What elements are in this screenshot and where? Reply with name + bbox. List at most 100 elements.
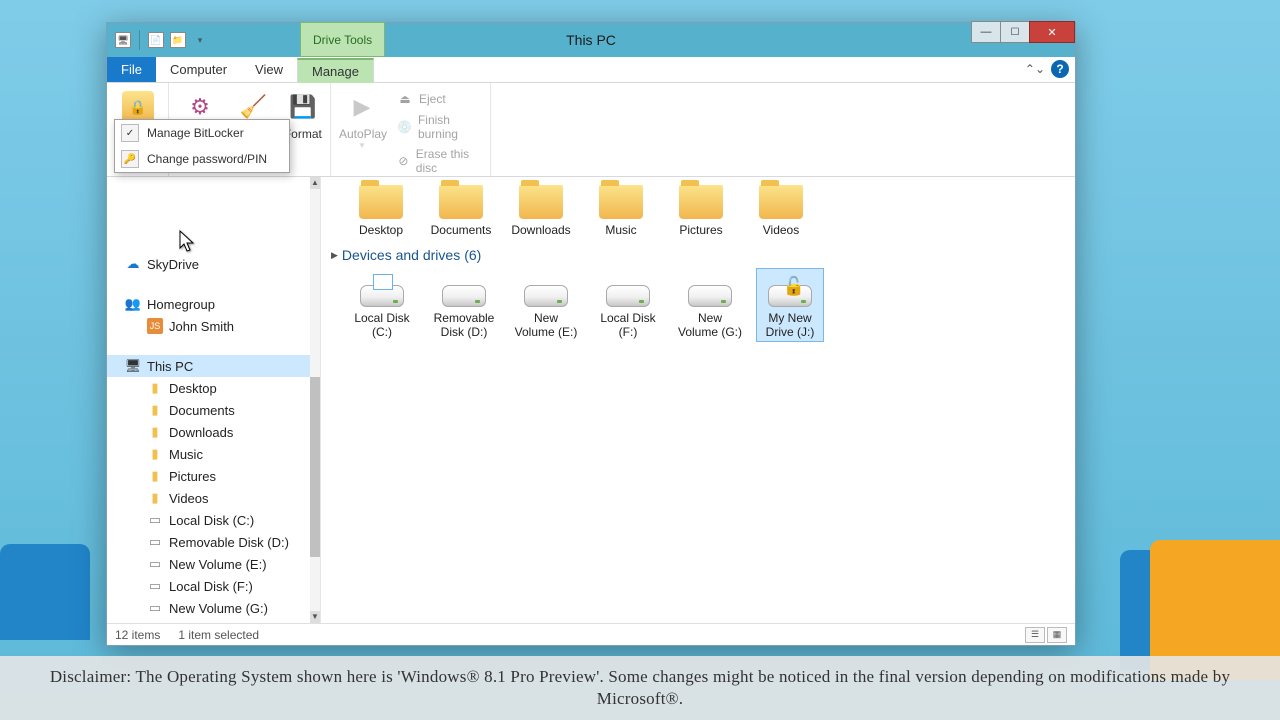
drive-f[interactable]: Local Disk (F:)	[595, 271, 661, 339]
ribbon-minimize-icon[interactable]: ⌃⌄	[1023, 60, 1047, 78]
drive-icon	[442, 285, 486, 307]
folder-icon	[519, 185, 563, 219]
devices-drives-header[interactable]: ▶ Devices and drives (6)	[331, 247, 1065, 263]
icons-view-button[interactable]: ▦	[1047, 627, 1067, 643]
finish-burning-button: 💿Finish burning	[393, 111, 482, 143]
tab-manage[interactable]: Manage	[297, 58, 374, 83]
nav-user[interactable]: JSJohn Smith	[107, 315, 320, 337]
content-area: Desktop Documents Downloads Music Pictur…	[321, 177, 1075, 623]
details-view-button[interactable]: ☰	[1025, 627, 1045, 643]
nav-scrollbar[interactable]: ▲ ▼	[310, 177, 320, 623]
drive-icon	[360, 285, 404, 307]
minimize-button[interactable]	[971, 21, 1001, 43]
folder-icon: ▮	[147, 424, 163, 440]
view-mode-toggles: ☰ ▦	[1025, 627, 1067, 643]
format-icon: 💾	[287, 91, 319, 123]
bitlocker-dropdown: ✓ Manage BitLocker 🔑 Change password/PIN	[114, 119, 290, 173]
drive-icon	[606, 285, 650, 307]
nav-drive-f[interactable]: ▭Local Disk (F:)	[107, 575, 320, 597]
burn-icon: 💿	[397, 119, 412, 135]
drive-g[interactable]: New Volume (G:)	[677, 271, 743, 339]
desktop-decoration-left	[0, 544, 90, 640]
drive-d[interactable]: Removable Disk (D:)	[431, 271, 497, 339]
qat-newfolder-icon[interactable]: 📁	[170, 32, 186, 48]
nav-this-pc[interactable]: 🖥This PC	[107, 355, 320, 377]
homegroup-icon: 👥	[125, 296, 141, 312]
nav-drive-g[interactable]: ▭New Volume (G:)	[107, 597, 320, 619]
scroll-down-arrow[interactable]: ▼	[310, 611, 320, 623]
tab-computer[interactable]: Computer	[156, 57, 241, 82]
nav-videos[interactable]: ▮Videos	[107, 487, 320, 509]
folder-documents[interactable]: Documents	[429, 181, 493, 237]
drive-icon: ▭	[147, 556, 163, 572]
folder-icon: ▮	[147, 468, 163, 484]
eject-button: ⏏Eject	[393, 89, 482, 109]
navigation-pane: ☁SkyDrive 👥Homegroup JSJohn Smith 🖥This …	[107, 177, 321, 623]
erase-icon: ⊘	[397, 153, 410, 169]
drive-icon	[524, 285, 568, 307]
window-controls	[972, 21, 1075, 43]
drive-icon: ▭	[147, 578, 163, 594]
nav-homegroup[interactable]: 👥Homegroup	[107, 293, 320, 315]
drive-c[interactable]: Local Disk (C:)	[349, 271, 415, 339]
key-icon: 🔑	[121, 150, 139, 168]
folder-icon	[679, 185, 723, 219]
drive-e[interactable]: New Volume (E:)	[513, 271, 579, 339]
drive-icon: ▭	[147, 512, 163, 528]
explorer-window: 🖥 📄 📁 ▾ Drive Tools This PC File Compute…	[106, 22, 1076, 646]
eject-icon: ⏏	[397, 91, 413, 107]
folder-icon	[759, 185, 803, 219]
nav-skydrive[interactable]: ☁SkyDrive	[107, 253, 320, 275]
folder-icon	[359, 185, 403, 219]
status-bar: 12 items 1 item selected ☰ ▦	[107, 623, 1075, 645]
explorer-body: ☁SkyDrive 👥Homegroup JSJohn Smith 🖥This …	[107, 177, 1075, 623]
titlebar[interactable]: 🖥 📄 📁 ▾ Drive Tools This PC	[107, 23, 1075, 57]
folder-videos[interactable]: Videos	[749, 181, 813, 237]
nav-pictures[interactable]: ▮Pictures	[107, 465, 320, 487]
scroll-up-arrow[interactable]: ▲	[310, 177, 320, 189]
disclaimer-caption: Disclaimer: The Operating System shown h…	[0, 656, 1280, 720]
drive-icon	[688, 285, 732, 307]
folder-icon: ▮	[147, 446, 163, 462]
close-button[interactable]	[1029, 21, 1075, 43]
folder-pictures[interactable]: Pictures	[669, 181, 733, 237]
nav-desktop[interactable]: ▮Desktop	[107, 377, 320, 399]
cloud-icon: ☁	[125, 256, 141, 272]
folder-music[interactable]: Music	[589, 181, 653, 237]
pc-icon: 🖥	[125, 358, 141, 374]
drive-j[interactable]: 🔓My New Drive (J:)	[757, 269, 823, 341]
autoplay-button: ▶ AutoPlay ▼	[337, 87, 387, 152]
menu-manage-bitlocker[interactable]: ✓ Manage BitLocker	[115, 120, 289, 146]
qat-dropdown-icon[interactable]: ▾	[192, 32, 208, 48]
qat-properties-icon[interactable]: 📄	[148, 32, 164, 48]
autoplay-icon: ▶	[346, 91, 378, 123]
maximize-button[interactable]	[1000, 21, 1030, 43]
nav-drive-e[interactable]: ▭New Volume (E:)	[107, 553, 320, 575]
nav-documents[interactable]: ▮Documents	[107, 399, 320, 421]
drive-icon: 🔓	[768, 285, 812, 307]
drives-grid: Local Disk (C:) Removable Disk (D:) New …	[349, 271, 1065, 339]
erase-disc-button: ⊘Erase this disc	[393, 145, 482, 177]
status-item-count: 12 items	[115, 628, 160, 642]
nav-drive-d[interactable]: ▭Removable Disk (D:)	[107, 531, 320, 553]
nav-downloads[interactable]: ▮Downloads	[107, 421, 320, 443]
folder-icon: ▮	[147, 380, 163, 396]
help-icon[interactable]: ?	[1051, 60, 1069, 78]
window-title: This PC	[566, 32, 616, 48]
tab-view[interactable]: View	[241, 57, 297, 82]
tab-file[interactable]: File	[107, 57, 156, 82]
nav-drive-c[interactable]: ▭Local Disk (C:)	[107, 509, 320, 531]
qat-separator	[139, 30, 140, 50]
folder-icon	[439, 185, 483, 219]
menu-change-password[interactable]: 🔑 Change password/PIN	[115, 146, 289, 172]
system-menu-icon[interactable]: 🖥	[115, 32, 131, 48]
status-selected-count: 1 item selected	[178, 628, 259, 642]
user-icon: JS	[147, 318, 163, 334]
folder-downloads[interactable]: Downloads	[509, 181, 573, 237]
folder-icon: ▮	[147, 490, 163, 506]
quick-access-toolbar: 🖥 📄 📁 ▾	[107, 30, 216, 50]
collapse-caret-icon[interactable]: ▶	[331, 250, 338, 261]
scroll-thumb[interactable]	[310, 377, 320, 557]
folder-desktop[interactable]: Desktop	[349, 181, 413, 237]
nav-music[interactable]: ▮Music	[107, 443, 320, 465]
